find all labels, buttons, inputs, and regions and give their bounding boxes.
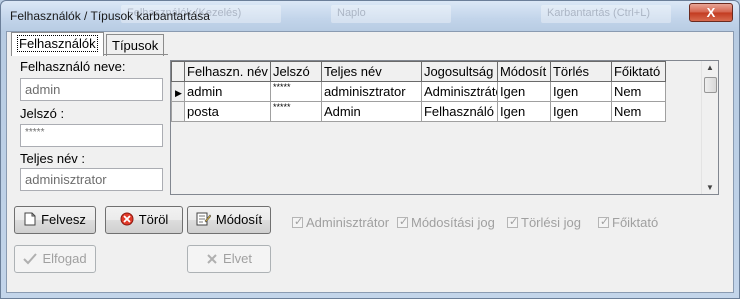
background-window-title: Naplo (331, 5, 451, 23)
client-area: Felhasználók Típusok Felhasználó neve: a… (6, 31, 734, 293)
table-cell[interactable]: adminisztrator (320, 81, 422, 102)
username-label: Felhasználó neve: (20, 59, 126, 74)
checkbox-main-registrar[interactable]: Főiktató (598, 215, 658, 230)
password-label: Jelszó : (20, 106, 65, 121)
accept-button-label: Elfogad (42, 251, 87, 266)
table-cell[interactable]: ***** (269, 81, 322, 102)
tab-label: Felhasználók (17, 35, 98, 52)
check-icon (598, 215, 609, 228)
checkbox-admin[interactable]: Adminisztrátor (292, 215, 389, 230)
fullname-label: Teljes név : (20, 151, 86, 166)
checkbox-label: Főiktató (612, 215, 659, 230)
delete-button-label: Töröl (138, 212, 169, 227)
table-cell[interactable]: Igen (549, 81, 612, 102)
check-icon (292, 215, 303, 228)
no-entry-icon (120, 209, 134, 235)
checkbox-modify-right[interactable]: Módosítási jog (397, 215, 495, 230)
table-cell[interactable]: posta (184, 101, 271, 122)
column-header[interactable]: Módosít (496, 61, 551, 82)
tab-label: Típusok (112, 38, 159, 53)
accept-button[interactable]: Elfogad (14, 245, 96, 273)
modify-button-label: Módosít (215, 212, 263, 227)
reject-button-label: Elvet (223, 251, 252, 266)
column-header[interactable]: Törlés (549, 61, 612, 82)
reject-button[interactable]: Elvet (187, 245, 271, 273)
checkbox-delete-right[interactable]: Törlési jog (507, 215, 581, 230)
checkbox-label: Törlési jog (521, 215, 581, 230)
close-button[interactable]: X (689, 3, 733, 22)
users-table: Felhaszn. név Jelszó Teljes név Jogosult… (171, 61, 666, 122)
row-indicator-header (171, 61, 185, 82)
edit-document-icon (196, 209, 212, 235)
check-icon (507, 215, 518, 228)
table-cell[interactable]: Adminisztrátor (420, 81, 498, 102)
users-grid[interactable]: Felhaszn. név Jelszó Teljes név Jogosult… (170, 60, 719, 195)
table-cell[interactable]: ***** (269, 101, 322, 122)
username-field[interactable]: admin (20, 78, 163, 101)
vertical-scrollbar[interactable]: ▲ ▼ (701, 61, 718, 194)
scroll-up-icon[interactable]: ▲ (706, 63, 714, 72)
cross-icon (206, 248, 218, 274)
table-cell[interactable]: Igen (496, 81, 551, 102)
table-cell[interactable]: Igen (549, 101, 612, 122)
column-header[interactable]: Teljes név (320, 61, 422, 82)
table-cell[interactable]: Igen (496, 101, 551, 122)
table-cell[interactable]: Admin (320, 101, 422, 122)
row-indicator (171, 101, 185, 122)
password-field[interactable]: ***** (20, 124, 163, 147)
modify-button[interactable]: Módosít (187, 206, 271, 234)
add-button-label: Felvesz (41, 212, 86, 227)
table-cell[interactable]: Nem (610, 101, 666, 122)
table-header-row: Felhaszn. név Jelszó Teljes név Jogosult… (171, 61, 666, 82)
column-header[interactable]: Jelszó (269, 61, 322, 82)
scroll-thumb[interactable] (704, 77, 717, 93)
scroll-down-icon[interactable]: ▼ (706, 183, 714, 192)
column-header[interactable]: Felhaszn. név (184, 61, 271, 82)
checkbox-label: Adminisztrátor (306, 215, 390, 230)
tab-felhasznalok[interactable]: Felhasználók (11, 32, 104, 56)
new-document-icon (24, 209, 36, 235)
window-title: Felhasználók / Típusok karbantartása (10, 9, 210, 23)
table-row[interactable]: ▶ admin ***** adminisztrator Adminisztrá… (171, 81, 666, 102)
table-row[interactable]: posta ***** Admin Felhasználó Igen Igen … (171, 101, 666, 122)
background-window-title: Karbantartás (Ctrl+L) (541, 5, 671, 23)
column-header[interactable]: Jogosultság (420, 61, 498, 82)
column-header[interactable]: Főiktató (610, 61, 666, 82)
app-window: Felhasználók (Kezelés) Naplo Karbantartá… (0, 0, 740, 299)
add-button[interactable]: Felvesz (14, 206, 96, 234)
tab-tipusok[interactable]: Típusok (106, 34, 165, 56)
checkbox-label: Módosítási jog (411, 215, 495, 230)
table-cell[interactable]: Nem (610, 81, 666, 102)
checkmark-icon (23, 248, 38, 274)
close-icon: X (706, 5, 716, 20)
row-selected-indicator: ▶ (171, 81, 185, 102)
delete-button[interactable]: Töröl (105, 206, 183, 234)
fullname-field[interactable]: adminisztrator (20, 168, 163, 191)
check-icon (397, 215, 408, 228)
title-bar[interactable]: Felhasználók (Kezelés) Naplo Karbantartá… (1, 1, 739, 31)
table-cell[interactable]: admin (184, 81, 271, 102)
table-cell[interactable]: Felhasználó (420, 101, 498, 122)
